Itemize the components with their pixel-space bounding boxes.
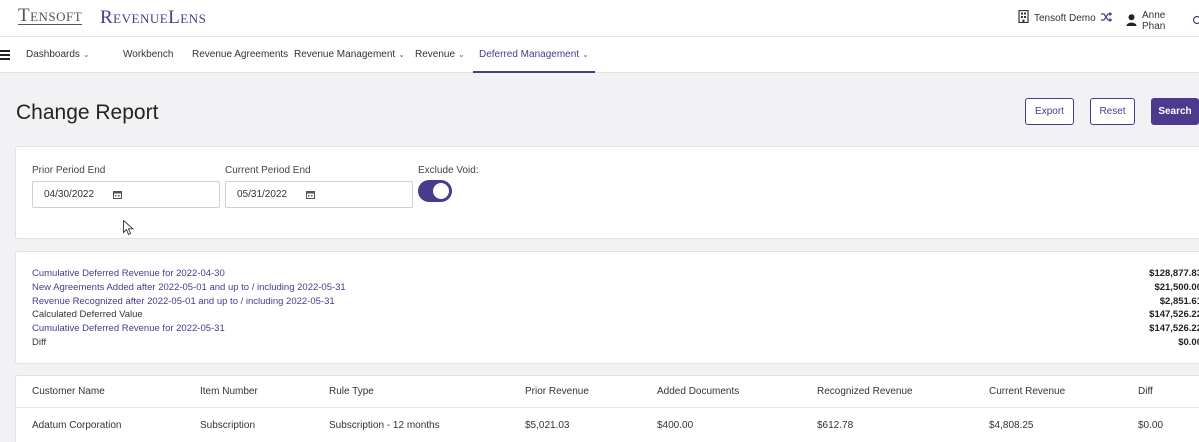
mouse-cursor-icon [123, 219, 134, 241]
column-header-item[interactable]: Item Number [200, 386, 258, 397]
chevron-down-icon: ⌄ [82, 50, 90, 59]
summary-value: $128,877.83 [1149, 268, 1199, 279]
summary-value: $147,526.22 [1149, 323, 1199, 334]
summary-label-link[interactable]: Revenue Recognized after 2022-05-01 and … [32, 295, 335, 309]
summary-value: $21,500.00 [1154, 282, 1199, 293]
summary-value: $0.00 [1178, 337, 1199, 348]
reset-button[interactable]: Reset [1090, 98, 1135, 125]
user-menu[interactable]: Anne Phan [1126, 10, 1199, 32]
current-period-input[interactable]: 05/31/2022 [225, 181, 413, 208]
user-name: Anne Phan [1142, 10, 1166, 32]
column-header-rule-type[interactable]: Rule Type [329, 386, 374, 397]
cell-diff: $0.00 [1138, 420, 1164, 431]
summary-label-link[interactable]: Cumulative Deferred Revenue for 2022-04-… [32, 267, 225, 281]
cell-current-revenue: $4,808.25 [989, 420, 1034, 431]
cell-customer[interactable]: Adatum Corporation [32, 420, 122, 431]
column-header-prior-revenue[interactable]: Prior Revenue [525, 386, 589, 397]
logout-icon[interactable] [1191, 15, 1199, 28]
prior-period-label: Prior Period End [32, 165, 106, 176]
summary-row: Calculated Deferred Value $147,526.22 [32, 308, 1199, 322]
cell-added-documents: $400.00 [657, 420, 694, 431]
summary-label: Diff [32, 337, 47, 348]
building-icon [1018, 9, 1029, 26]
column-header-recognized-revenue[interactable]: Recognized Revenue [817, 386, 913, 397]
nav-revenue-agreements[interactable]: Revenue Agreements [192, 37, 288, 73]
filters-panel: Prior Period End 04/30/2022 Current Peri… [15, 146, 1199, 239]
cell-item: Subscription [200, 420, 256, 431]
summary-row: New Agreements Added after 2022-05-01 an… [32, 281, 1199, 295]
toggle-knob [433, 183, 449, 199]
nav-workbench[interactable]: Workbench [123, 37, 173, 73]
nav-revenue[interactable]: Revenue ⌄ [415, 37, 465, 73]
exclude-void-label: Exclude Void: [418, 165, 479, 176]
summary-row: Diff $0.00 [32, 336, 1199, 350]
tenant-name: Tensoft Demo [1034, 12, 1096, 24]
column-header-customer[interactable]: Customer Name [32, 386, 105, 397]
tenant-switcher[interactable]: Tensoft Demo [1018, 9, 1113, 26]
cell-prior-revenue: $5,021.03 [525, 420, 570, 431]
nav-dashboards[interactable]: Dashboards ⌄ [26, 37, 90, 73]
cell-recognized-revenue: $612.78 [817, 420, 854, 431]
chevron-down-icon: ⌄ [398, 50, 405, 59]
summary-row: Revenue Recognized after 2022-05-01 and … [32, 295, 1199, 309]
tensoft-logo[interactable]: Tensoft [18, 6, 83, 25]
export-button[interactable]: Export [1025, 98, 1074, 125]
exclude-void-toggle[interactable] [418, 180, 452, 202]
summary-label: Calculated Deferred Value [32, 309, 143, 320]
summary-label-link[interactable]: New Agreements Added after 2022-05-01 an… [32, 281, 346, 295]
chevron-down-icon: ⌄ [582, 50, 589, 59]
current-period-label: Current Period End [225, 165, 311, 176]
cell-rule-type: Subscription - 12 months [329, 420, 440, 431]
summary-panel: Cumulative Deferred Revenue for 2022-04-… [15, 251, 1199, 364]
main-nav: Dashboards ⌄ Workbench Revenue Agreements… [0, 37, 1199, 73]
calendar-icon[interactable] [113, 190, 122, 202]
column-header-added-documents[interactable]: Added Documents [657, 386, 739, 397]
current-period-value: 05/31/2022 [237, 189, 288, 200]
prior-period-input[interactable]: 04/30/2022 [32, 181, 220, 208]
app-name[interactable]: RevenueLens [100, 8, 206, 27]
calendar-icon[interactable] [306, 190, 315, 202]
column-header-diff[interactable]: Diff [1138, 386, 1153, 397]
divider [16, 407, 1199, 408]
page-title: Change Report [16, 101, 159, 124]
summary-row: Cumulative Deferred Revenue for 2022-04-… [32, 267, 1199, 281]
shuffle-icon[interactable] [1100, 11, 1113, 25]
results-table: Customer Name Item Number Rule Type Prio… [15, 375, 1199, 442]
nav-revenue-management[interactable]: Revenue Management ⌄ [294, 37, 405, 73]
menu-icon[interactable] [0, 48, 10, 60]
top-bar: Tensoft RevenueLens Tensoft Demo Anne Ph… [0, 0, 1199, 37]
user-icon [1126, 13, 1137, 29]
nav-deferred-management[interactable]: Deferred Management ⌄ [473, 37, 595, 73]
summary-row: Cumulative Deferred Revenue for 2022-05-… [32, 322, 1199, 336]
search-button[interactable]: Search [1151, 98, 1199, 125]
chevron-down-icon: ⌄ [458, 50, 465, 59]
summary-value: $2,851.61 [1159, 296, 1199, 307]
column-header-current-revenue[interactable]: Current Revenue [989, 386, 1065, 397]
prior-period-value: 04/30/2022 [44, 189, 95, 200]
summary-value: $147,526.22 [1149, 309, 1199, 320]
summary-label-link[interactable]: Cumulative Deferred Revenue for 2022-05-… [32, 322, 225, 336]
